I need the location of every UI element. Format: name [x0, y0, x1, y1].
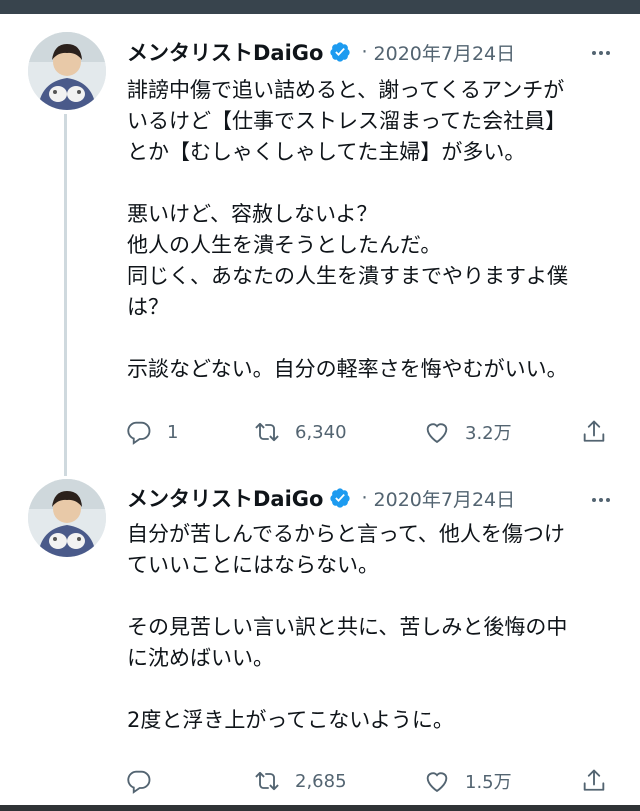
- tweet-date[interactable]: 2020年7月24日: [374, 39, 516, 66]
- tweet[interactable]: メンタリストDaiGo · 2020年7月24日 誹謗中傷で追い詰めると、謝って…: [0, 14, 640, 464]
- like-button[interactable]: 3.2万: [423, 414, 512, 450]
- tweet-text-line: 他人の人生を潰そうとしたんだ。: [127, 233, 442, 257]
- tweet-text-line: 2度と浮き上がってこないように。: [127, 708, 454, 732]
- tweet-actions: 2,685 1.5万: [125, 763, 615, 799]
- retweet-count: 2,685: [295, 770, 347, 792]
- reply-count: 1: [167, 421, 179, 443]
- tweet-text-line: 同じく、あなたの人生を潰すまでやりますよ僕: [127, 264, 568, 288]
- heart-icon: [426, 423, 448, 444]
- more-horizontal-icon[interactable]: [586, 38, 616, 68]
- share-button[interactable]: [580, 763, 608, 799]
- reply-button[interactable]: 1: [125, 414, 178, 450]
- tweet[interactable]: メンタリストDaiGo · 2020年7月24日 自分が苦しんでるからと言って、…: [0, 466, 640, 805]
- retweet-icon: [255, 771, 279, 791]
- verified-badge-icon: [329, 41, 351, 63]
- share-icon: [583, 769, 605, 791]
- tweet-actions: 1 6,340 3.2万: [125, 414, 615, 450]
- more-horizontal-icon[interactable]: [586, 485, 616, 515]
- separator: ·: [361, 41, 368, 63]
- like-button[interactable]: 1.5万: [423, 763, 512, 799]
- separator: ·: [361, 487, 368, 509]
- tweet-text-line: は？: [127, 295, 169, 319]
- retweet-button[interactable]: 6,340: [253, 414, 347, 450]
- tweet-text-line: 自分が苦しんでるからと言って、他人を傷つけ: [127, 522, 565, 546]
- avatar[interactable]: [28, 32, 106, 110]
- retweet-button[interactable]: 2,685: [253, 763, 347, 799]
- tweet-text-line: 悪いけど、容赦しないよ？: [127, 202, 378, 226]
- tweet-text-line: 誹謗中傷で追い詰めると、謝ってくるアンチが: [127, 78, 565, 102]
- tweet-header: メンタリストDaiGo · 2020年7月24日: [127, 35, 515, 69]
- tweet-text: 自分が苦しんでるからと言って、他人を傷つけ ていいことにはならない。 その見苦し…: [127, 519, 627, 736]
- tweet-text-line: に沈めばいい。: [127, 646, 274, 670]
- status-bar: [0, 0, 640, 14]
- tweet-text-line: その見苦しい言い訳と共に、苦しみと後悔の中: [127, 615, 568, 639]
- avatar[interactable]: [28, 479, 106, 557]
- share-button[interactable]: [580, 414, 608, 450]
- tweet-date[interactable]: 2020年7月24日: [374, 485, 516, 512]
- tweet-header: メンタリストDaiGo · 2020年7月24日: [127, 481, 515, 515]
- retweet-icon: [255, 422, 279, 442]
- author-name[interactable]: メンタリストDaiGo: [127, 483, 323, 513]
- reply-icon: [127, 421, 151, 445]
- retweet-count: 6,340: [295, 421, 347, 443]
- like-count: 1.5万: [465, 772, 512, 793]
- heart-icon: [426, 772, 448, 793]
- share-icon: [583, 420, 605, 442]
- author-name[interactable]: メンタリストDaiGo: [127, 37, 323, 67]
- bottom-bar: [0, 805, 640, 811]
- verified-badge-icon: [329, 487, 351, 509]
- reply-icon: [127, 770, 151, 794]
- like-count: 3.2万: [465, 423, 512, 444]
- tweet-text: 誹謗中傷で追い詰めると、謝ってくるアンチが いるけど【仕事でストレス溜まってた会…: [127, 75, 627, 385]
- reply-button[interactable]: [125, 763, 167, 799]
- tweet-text-line: 示談などない。自分の軽率さを悔やむがいい。: [127, 357, 568, 381]
- tweet-text-line: ていいことにはならない。: [127, 553, 379, 577]
- tweet-text-line: いるけど【仕事でストレス溜まってた会社員】: [127, 109, 567, 133]
- tweet-text-line: とか【むしゃくしゃしてた主婦】が多い。: [127, 140, 526, 164]
